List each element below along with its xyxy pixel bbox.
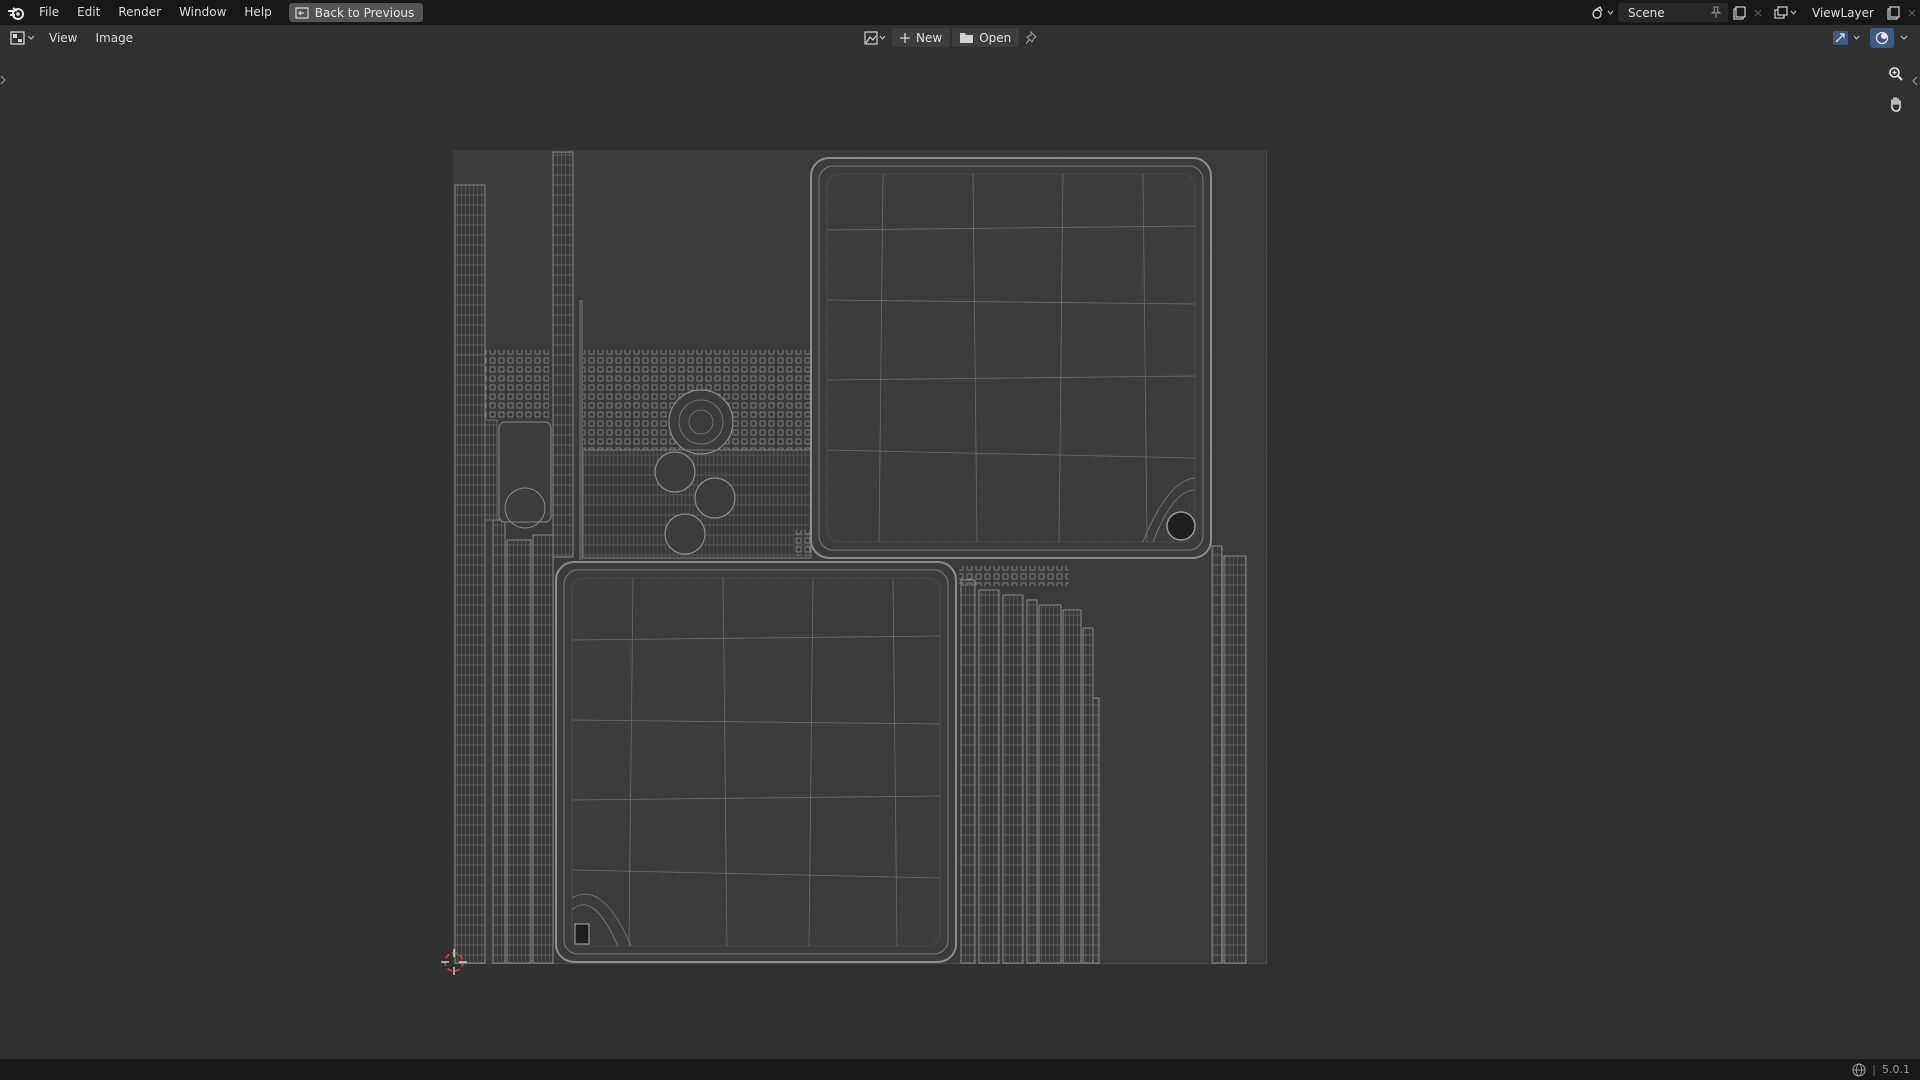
sidebar-expand-arrow-icon[interactable] [0,75,8,91]
network-globe-icon[interactable] [1852,1062,1866,1077]
pan-hand-icon[interactable] [1884,92,1908,116]
folder-icon [960,33,974,43]
new-image-label: New [916,30,943,45]
version-info: | 5.0.1 [1852,1062,1910,1077]
gizmo-toggle-icon[interactable] [1830,29,1866,48]
menu-window[interactable]: Window [170,0,235,25]
new-image-button[interactable]: New [892,28,951,47]
menu-image[interactable]: Image [86,25,142,51]
toolbar-collapse-arrow-icon[interactable] [1912,75,1920,91]
back-to-previous-label: Back to Previous [314,5,415,20]
back-icon [295,6,309,19]
menu-edit[interactable]: Edit [68,0,109,25]
overlays-toggle-icon[interactable] [1870,28,1894,48]
view-layer-field[interactable]: ViewLayer [1802,3,1882,22]
view-layer-name: ViewLayer [1812,5,1874,20]
status-divider: | [1872,1063,1876,1076]
topbar-right: Scene ViewLayer [1588,0,1920,25]
image-editor-header: View Image New Open [0,25,1920,51]
overlays-dropdown-icon[interactable] [1898,29,1910,48]
menu-view[interactable]: View [40,25,86,51]
top-bar: File Edit Render Window Help Back to Pre… [0,0,1920,25]
image-editor-viewport[interactable] [0,51,1920,1059]
menu-render[interactable]: Render [109,0,170,25]
header-right-tools [1830,28,1910,48]
new-scene-icon[interactable] [1728,3,1750,22]
uv-island-large-top-right [810,157,1212,559]
menu-help[interactable]: Help [235,0,280,25]
scene-name: Scene [1628,5,1665,20]
scene-selector-icon[interactable] [1588,3,1618,22]
new-view-layer-icon[interactable] [1882,3,1904,22]
delete-scene-icon[interactable] [1750,3,1766,22]
pin-image-icon[interactable] [1021,28,1043,47]
open-image-button[interactable]: Open [952,28,1020,47]
delete-view-layer-icon[interactable] [1904,3,1920,22]
scene-name-field[interactable]: Scene [1618,3,1728,22]
menu-file[interactable]: File [30,0,68,25]
blender-logo-icon[interactable] [2,0,30,25]
plus-icon [900,32,910,43]
open-image-label: Open [979,30,1012,45]
status-bar: | 5.0.1 [0,1059,1920,1080]
image-datablock: New Open [862,28,1043,47]
blender-version: 5.0.1 [1882,1063,1910,1076]
image-editor-icon [10,31,25,45]
browse-image-icon[interactable] [862,28,890,47]
2d-cursor-icon[interactable] [440,948,468,976]
editor-type-selector[interactable] [10,28,40,48]
view-layer-selector-icon[interactable] [1770,3,1802,22]
back-to-previous-button[interactable]: Back to Previous [288,3,424,22]
uv-layout-canvas[interactable] [453,150,1267,964]
pin-icon[interactable] [1710,6,1722,19]
uv-island-large-bottom [555,561,957,963]
chevron-down-icon [27,35,35,40]
zoom-icon[interactable] [1884,62,1908,86]
